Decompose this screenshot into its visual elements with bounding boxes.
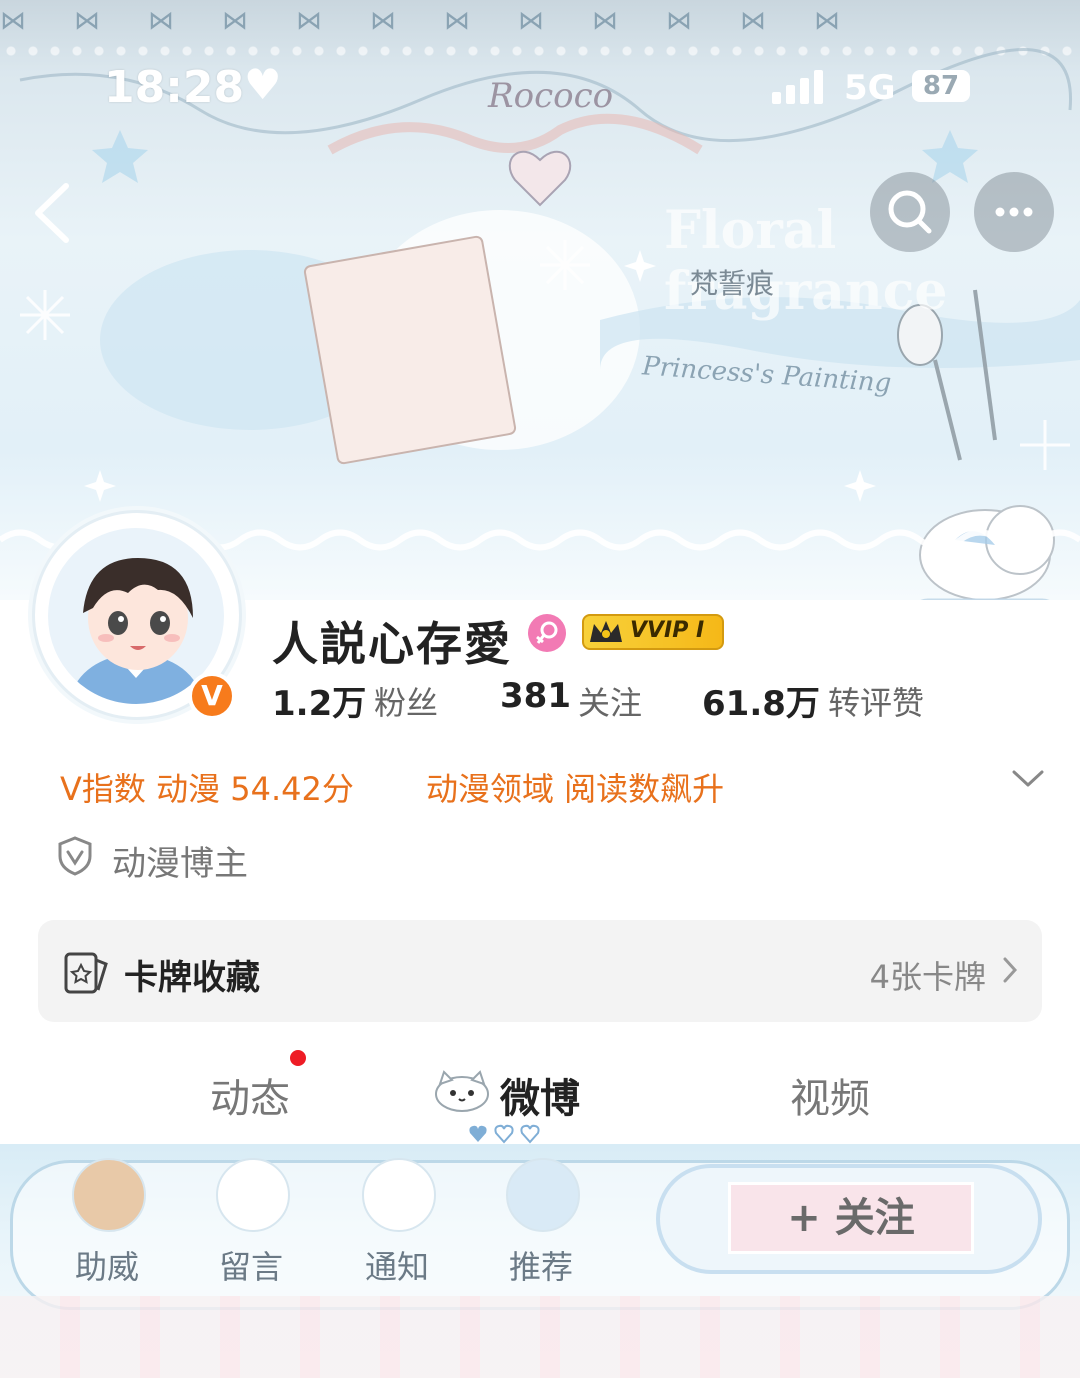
following-label[interactable]: 关注 [578, 678, 642, 724]
bear-icon [72, 1158, 146, 1232]
following-count[interactable]: 381 [500, 676, 571, 716]
female-icon [528, 614, 566, 652]
follow-frame: + 关注 [656, 1164, 1042, 1274]
shield-icon [58, 836, 92, 876]
notification-dot [290, 1050, 306, 1066]
certification-text: 动漫博主 [112, 844, 248, 884]
vip-badge[interactable]: VVIP I [582, 614, 724, 650]
banner-author-text: 梵誓痕 [690, 267, 775, 300]
card-count: 4张卡牌 [869, 958, 986, 996]
network-label: 5G [844, 68, 896, 108]
user-name: 人説心存愛 [272, 617, 512, 671]
cat-bow-icon [362, 1158, 436, 1232]
fans-label[interactable]: 粉丝 [374, 678, 438, 724]
card-collection-row[interactable]: 卡牌收藏 4张卡牌 [38, 920, 1042, 1022]
crown-icon [590, 621, 622, 642]
trend-tag[interactable]: 动漫领域 阅读数飙升 [426, 764, 724, 810]
bow-decor-bottom [0, 1296, 1080, 1378]
toolbar-label: 助威 [74, 1248, 139, 1286]
search-icon [888, 190, 932, 234]
toolbar-item-cheer[interactable]: 助威 [52, 1150, 162, 1290]
more-icon [995, 207, 1033, 217]
active-tab-indicator [469, 1124, 540, 1144]
signal-icon [772, 70, 823, 104]
card-collection-title: 卡牌收藏 [124, 958, 260, 998]
search-button[interactable] [870, 172, 950, 252]
chevron-right-icon [1003, 957, 1018, 983]
follow-button[interactable]: + 关注 [728, 1182, 974, 1254]
status-time: 18:28 [104, 62, 245, 113]
tab-weibo[interactable]: 微博 [500, 1066, 580, 1124]
cat-face-icon [435, 1070, 489, 1112]
toolbar-label: 推荐 [508, 1248, 573, 1286]
back-button[interactable] [28, 178, 78, 248]
cat-icon [216, 1158, 290, 1232]
v-index[interactable]: V指数 动漫 54.42分 [60, 764, 354, 810]
fans-count[interactable]: 1.2万 [272, 676, 366, 725]
toolbar-item-message[interactable]: 留言 [196, 1150, 306, 1290]
toolbar-label: 通知 [364, 1248, 429, 1286]
ring-icon [506, 1158, 580, 1232]
heart-icon: ♥ [244, 60, 282, 109]
chevron-down-icon[interactable] [1010, 766, 1046, 790]
verified-badge: V [188, 672, 236, 720]
toolbar-item-recommend[interactable]: 推荐 [486, 1150, 596, 1290]
battery-indicator: 87 [912, 70, 970, 102]
toolbar-label: 留言 [218, 1248, 283, 1286]
tab-dynamics[interactable]: 动态 [210, 1066, 290, 1124]
tab-video[interactable]: 视频 [790, 1066, 870, 1124]
card-icon [64, 952, 108, 994]
more-button[interactable] [974, 172, 1054, 252]
status-bar: 18:28 ♥ 5G 87 [0, 58, 1080, 118]
toolbar-item-notify[interactable]: 通知 [342, 1150, 452, 1290]
vip-label: VVIP I [630, 618, 705, 643]
engagement-count[interactable]: 61.8万 [702, 676, 820, 725]
engagement-label[interactable]: 转评赞 [828, 678, 924, 724]
